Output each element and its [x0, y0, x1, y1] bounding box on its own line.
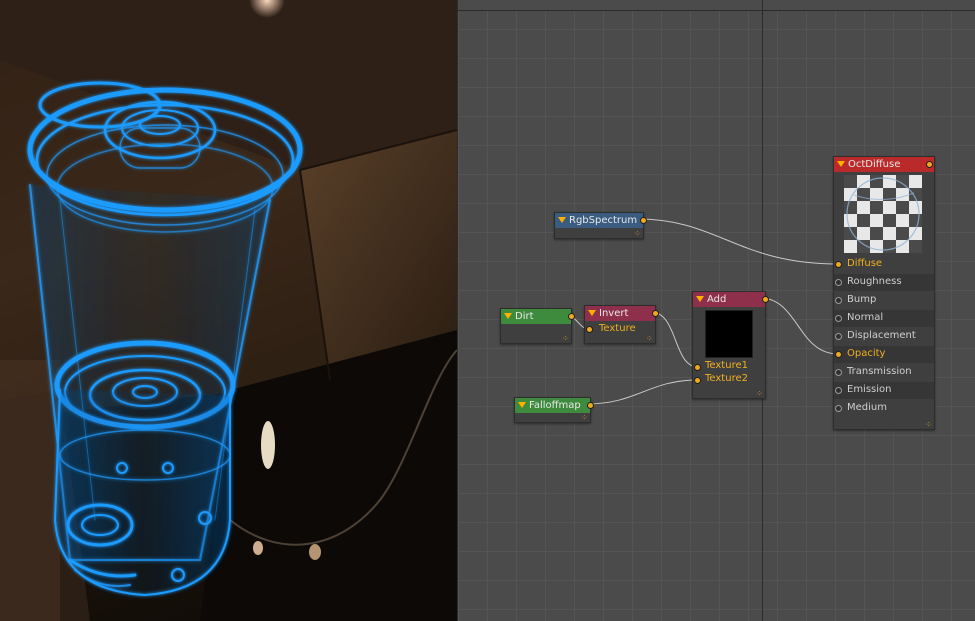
wire-invert-add [650, 311, 699, 368]
node-rgbspectrum[interactable]: RgbSpectrum ⁘ [554, 212, 647, 239]
add-preview-swatch [705, 310, 753, 358]
octdiffuse-pin-transmission[interactable]: Transmission [834, 364, 934, 381]
node-octdiffuse[interactable]: OctDiffuse Diffuse Roughness Bump Normal Dis… [833, 156, 935, 430]
rgbspectrum-output-port[interactable] [640, 217, 647, 224]
octdiffuse-emission-input-port[interactable] [835, 387, 842, 394]
octdiffuse-pin-normal[interactable]: Normal [834, 310, 934, 327]
octdiffuse-transmission-input-port[interactable] [835, 369, 842, 376]
octdiffuse-pin-diffuse[interactable]: Diffuse [834, 256, 934, 273]
octdiffuse-output-port[interactable] [926, 161, 933, 168]
resize-grip-icon[interactable]: ⁘ [925, 421, 932, 429]
node-falloffmap-title: Falloffmap [529, 400, 581, 411]
invert-texture-label: Texture [599, 323, 636, 334]
collapse-triangle-icon[interactable] [588, 310, 596, 316]
resize-grip-icon[interactable]: ⁘ [646, 335, 653, 343]
render-image [0, 0, 457, 621]
collapse-triangle-icon[interactable] [504, 313, 512, 319]
octdiffuse-emission-label: Emission [847, 384, 892, 395]
octdiffuse-transmission-label: Transmission [847, 366, 912, 377]
node-invert-title: Invert [599, 308, 629, 319]
octdiffuse-normal-input-port[interactable] [835, 315, 842, 322]
collapse-triangle-icon[interactable] [558, 217, 566, 223]
node-rgbspectrum-title: RgbSpectrum [569, 215, 638, 226]
resize-grip-icon[interactable]: ⁘ [581, 414, 588, 422]
octdiffuse-pin-roughness[interactable]: Roughness [834, 274, 934, 291]
node-editor-canvas[interactable]: RgbSpectrum ⁘ Dirt ⁘ Invert Texture ⁘ Fa… [457, 0, 975, 621]
octdiffuse-displacement-input-port[interactable] [835, 333, 842, 340]
resize-grip-icon[interactable]: ⁘ [756, 390, 763, 398]
octdiffuse-roughness-label: Roughness [847, 276, 902, 287]
resize-grip-icon[interactable]: ⁘ [634, 230, 641, 238]
add-texture2-input-port[interactable] [694, 377, 701, 384]
render-viewport[interactable] [0, 0, 457, 621]
node-add-title: Add [707, 294, 727, 305]
collapse-triangle-icon[interactable] [696, 296, 704, 302]
node-add[interactable]: Add Texture1 Texture2 ⁘ [692, 291, 769, 399]
wire-add-opacity [759, 297, 839, 355]
octdiffuse-pin-medium[interactable]: Medium [834, 400, 934, 417]
node-rgbspectrum-header[interactable]: RgbSpectrum [555, 213, 643, 228]
octdiffuse-displacement-label: Displacement [847, 330, 916, 341]
resize-grip-icon[interactable]: ⁘ [562, 335, 569, 343]
wire-rgbspectrum-diffuse [637, 218, 839, 265]
node-dirt[interactable]: Dirt ⁘ [500, 308, 575, 344]
node-falloffmap-header[interactable]: Falloffmap [515, 398, 590, 413]
node-dirt-header[interactable]: Dirt [501, 309, 571, 324]
add-output-port[interactable] [762, 296, 769, 303]
octdiffuse-diffuse-label: Diffuse [847, 258, 883, 269]
octdiffuse-pin-opacity[interactable]: Opacity [834, 346, 934, 363]
octdiffuse-opacity-label: Opacity [847, 348, 886, 359]
node-falloffmap[interactable]: Falloffmap ⁘ [514, 397, 594, 423]
octdiffuse-pin-displacement[interactable]: Displacement [834, 328, 934, 345]
falloffmap-output-port[interactable] [587, 402, 594, 409]
editor-top-bar [458, 0, 975, 11]
octdiffuse-pin-emission[interactable]: Emission [834, 382, 934, 399]
invert-texture-input-port[interactable] [586, 326, 593, 333]
octdiffuse-roughness-input-port[interactable] [835, 279, 842, 286]
octdiffuse-medium-label: Medium [847, 402, 887, 413]
invert-output-port[interactable] [652, 310, 659, 317]
add-texture2-label: Texture2 [705, 373, 748, 384]
octdiffuse-pin-bump[interactable]: Bump [834, 292, 934, 309]
wire-falloffmap-add [585, 379, 699, 405]
node-invert[interactable]: Invert Texture ⁘ [584, 305, 659, 344]
octdiffuse-diffuse-input-port[interactable] [835, 261, 842, 268]
dirt-output-port[interactable] [568, 313, 575, 320]
node-dirt-title: Dirt [515, 311, 534, 322]
add-texture1-label: Texture1 [705, 360, 748, 371]
octdiffuse-opacity-input-port[interactable] [835, 351, 842, 358]
octdiffuse-medium-input-port[interactable] [835, 405, 842, 412]
node-invert-header[interactable]: Invert [585, 306, 655, 321]
collapse-triangle-icon[interactable] [518, 402, 526, 408]
add-texture1-input-port[interactable] [694, 364, 701, 371]
octdiffuse-bump-label: Bump [847, 294, 877, 305]
material-preview-thumbnail [844, 175, 922, 253]
node-octdiffuse-header[interactable]: OctDiffuse [834, 157, 934, 172]
collapse-triangle-icon[interactable] [837, 161, 845, 167]
node-add-header[interactable]: Add [693, 292, 765, 307]
node-octdiffuse-title: OctDiffuse [848, 159, 901, 170]
octdiffuse-bump-input-port[interactable] [835, 297, 842, 304]
octdiffuse-normal-label: Normal [847, 312, 884, 323]
